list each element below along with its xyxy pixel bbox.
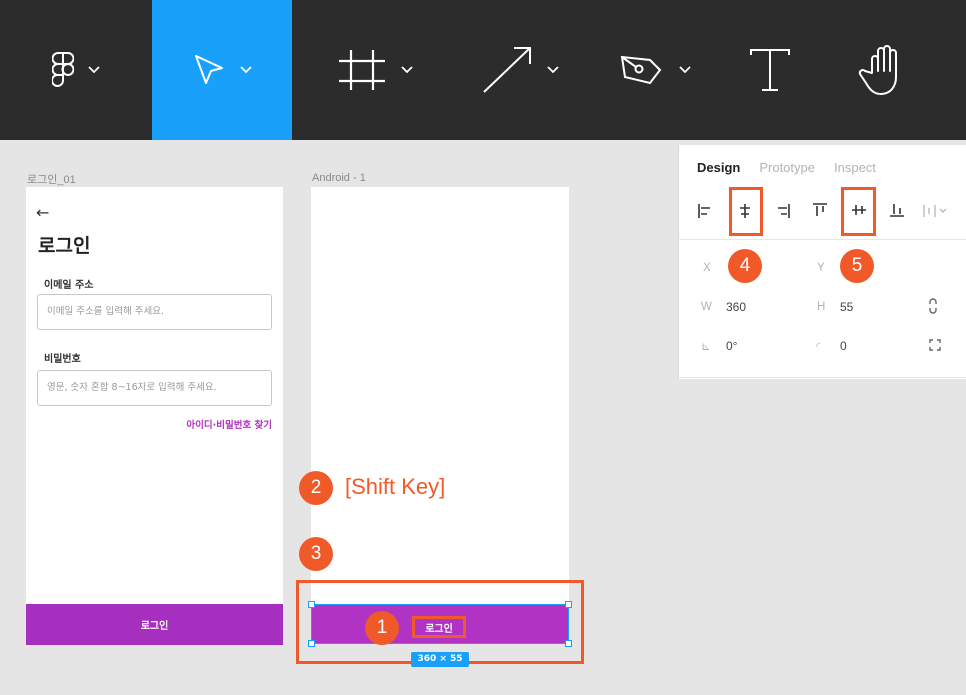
text-tool-icon: [750, 49, 790, 91]
radius-input[interactable]: 0: [840, 339, 847, 353]
password-field[interactable]: 영문, 숫자 혼합 8~16자로 입력해 주세요.: [37, 370, 272, 406]
rotation-label: ⊾: [701, 341, 711, 353]
tab-design[interactable]: Design: [697, 160, 740, 175]
arrow-tool-icon: [483, 47, 531, 93]
highlight-box-step5: [841, 187, 876, 236]
y-label: Y: [817, 262, 825, 274]
x-label: X: [703, 262, 711, 274]
step-5-badge: 5: [840, 249, 874, 283]
highlight-box-step4: [729, 187, 763, 236]
align-top-icon[interactable]: [812, 202, 828, 218]
move-tool-icon: [195, 55, 223, 84]
frame-label-login[interactable]: 로그인_01: [27, 171, 76, 187]
panel-tabs: Design Prototype Inspect: [697, 160, 876, 175]
selected-button-label[interactable]: 로그인: [412, 616, 466, 638]
resize-handle-tl[interactable]: [308, 601, 315, 608]
top-toolbar: [0, 0, 966, 140]
pen-tool-button[interactable]: [600, 0, 710, 140]
step-1-badge: 1: [365, 611, 399, 645]
tab-prototype[interactable]: Prototype: [759, 160, 815, 175]
w-label: W: [701, 301, 712, 313]
resize-handle-bl[interactable]: [308, 640, 315, 647]
hand-tool-button[interactable]: [845, 0, 925, 140]
chevron-down-icon: [547, 66, 559, 74]
password-label: 비밀번호: [44, 354, 81, 365]
rotation-input[interactable]: 0°: [726, 339, 737, 353]
text-tool-button[interactable]: [735, 0, 805, 140]
frame-tool-icon: [339, 50, 385, 90]
step-4-badge: 4: [728, 249, 762, 283]
frame-tool-button[interactable]: [310, 0, 440, 140]
android-frame[interactable]: [311, 187, 569, 604]
move-tool-button[interactable]: [152, 0, 292, 140]
chevron-down-icon: [401, 66, 413, 74]
login-button[interactable]: 로그인: [26, 604, 283, 645]
distribute-icon[interactable]: [923, 203, 949, 219]
constrain-proportions-icon[interactable]: [927, 298, 939, 314]
size-badge: 360 × 55: [411, 652, 469, 667]
tab-inspect[interactable]: Inspect: [834, 160, 876, 175]
figma-logo-icon: [52, 52, 74, 87]
height-input[interactable]: 55: [840, 300, 853, 314]
hand-tool-icon: [858, 45, 897, 95]
arrow-tool-button[interactable]: [455, 0, 585, 140]
pen-tool-icon: [620, 55, 662, 85]
email-label: 이메일 주소: [44, 280, 94, 291]
resize-handle-br[interactable]: [565, 640, 572, 647]
shift-key-label: [Shift Key]: [345, 474, 446, 499]
panel-divider: [678, 239, 966, 240]
align-left-icon[interactable]: [697, 203, 713, 219]
find-account-link[interactable]: 아이디·비밀번호 찾기: [160, 417, 272, 431]
align-bottom-icon[interactable]: [889, 202, 905, 218]
back-arrow-icon[interactable]: ←: [36, 203, 49, 222]
width-input[interactable]: 360: [726, 300, 746, 314]
h-label: H: [817, 301, 826, 313]
panel-divider-bottom: [678, 377, 966, 378]
align-right-icon[interactable]: [775, 203, 791, 219]
chevron-down-icon: [88, 66, 100, 74]
step-2-badge: 2: [299, 471, 333, 505]
step-3-badge: 3: [299, 537, 333, 571]
chevron-down-icon: [240, 66, 252, 74]
page-title: 로그인: [38, 235, 91, 257]
independent-corners-icon[interactable]: [929, 339, 941, 351]
chevron-down-icon: [679, 66, 691, 74]
frame-label-android[interactable]: Android - 1: [312, 172, 366, 184]
figma-menu-button[interactable]: [0, 0, 152, 140]
radius-label: ◜: [816, 341, 821, 353]
resize-handle-tr[interactable]: [565, 601, 572, 608]
email-field[interactable]: 이메일 주소를 입력해 주세요.: [37, 294, 272, 330]
